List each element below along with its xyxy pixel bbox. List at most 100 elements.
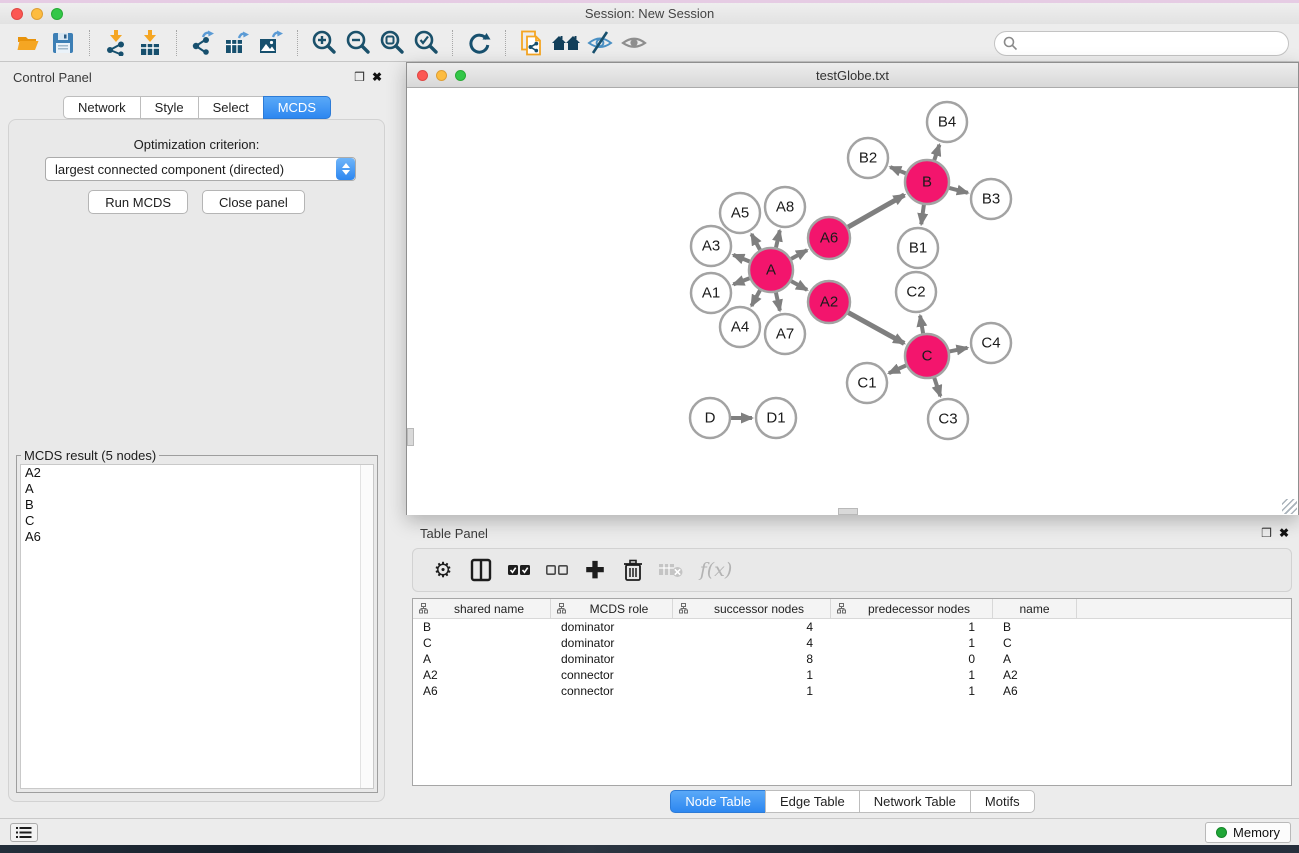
mcds-result-list[interactable]: A2ABCA6	[20, 464, 374, 789]
node-A1[interactable]: A1	[691, 273, 731, 313]
close-panel-icon[interactable]: ✖	[372, 70, 382, 84]
close-window-icon[interactable]	[417, 70, 428, 81]
tab-edge-table[interactable]: Edge Table	[765, 790, 859, 813]
tab-network-table[interactable]: Network Table	[859, 790, 970, 813]
close-window-icon[interactable]	[11, 8, 23, 20]
delete-column-icon[interactable]	[617, 553, 649, 587]
run-mcds-button[interactable]: Run MCDS	[88, 190, 188, 214]
minimize-window-icon[interactable]	[31, 8, 43, 20]
network-window-titlebar[interactable]: testGlobe.txt	[407, 63, 1298, 88]
apply-layout-icon[interactable]	[462, 27, 496, 59]
column-header-shared-name[interactable]: shared name	[413, 599, 551, 618]
edge-A-A1[interactable]	[733, 278, 749, 284]
memory-status-button[interactable]: Memory	[1205, 822, 1291, 843]
node-A[interactable]: A	[749, 248, 793, 292]
table-row[interactable]: A2connector11A2	[413, 667, 1291, 683]
edge-A-A6[interactable]	[791, 250, 807, 259]
node-D[interactable]: D	[690, 398, 730, 438]
node-A4[interactable]: A4	[720, 307, 760, 347]
tab-style[interactable]: Style	[140, 96, 198, 119]
tab-motifs[interactable]: Motifs	[970, 790, 1035, 813]
import-network-icon[interactable]	[99, 27, 133, 59]
edge-A-A7[interactable]	[776, 292, 780, 310]
home-view-icon[interactable]	[549, 27, 583, 59]
network-canvas[interactable]: B4B2BB3A5A8A6B1A3AA1C2A2A4A7CC4C1C3DD1	[407, 89, 1298, 515]
clone-network-icon[interactable]	[515, 27, 549, 59]
float-panel-icon[interactable]: ❒	[1261, 526, 1272, 540]
tab-select[interactable]: Select	[198, 96, 263, 119]
add-column-icon[interactable]: ✚	[579, 553, 611, 587]
scrollbar-track[interactable]	[360, 465, 373, 788]
zoom-window-icon[interactable]	[51, 8, 63, 20]
network-graph[interactable]: B4B2BB3A5A8A6B1A3AA1C2A2A4A7CC4C1C3DD1	[407, 89, 1298, 515]
node-C1[interactable]: C1	[847, 363, 887, 403]
zoom-in-icon[interactable]	[307, 27, 341, 59]
node-A2[interactable]: A2	[808, 281, 850, 323]
edge-A-A4[interactable]	[751, 290, 760, 306]
float-panel-icon[interactable]: ❒	[354, 70, 365, 84]
edge-A-A2[interactable]	[791, 281, 807, 290]
column-header-MCDS-role[interactable]: MCDS role	[551, 599, 673, 618]
node-C3[interactable]: C3	[928, 399, 968, 439]
node-B1[interactable]: B1	[898, 228, 938, 268]
zoom-fit-icon[interactable]	[375, 27, 409, 59]
main-titlebar[interactable]: Session: New Session	[0, 3, 1299, 24]
node-A7[interactable]: A7	[765, 314, 805, 354]
zoom-out-icon[interactable]	[341, 27, 375, 59]
node-B4[interactable]: B4	[927, 102, 967, 142]
edge-A-A3[interactable]	[733, 255, 749, 262]
tool-palette-grip[interactable]	[407, 428, 414, 446]
edge-A2-C[interactable]	[848, 313, 904, 344]
mcds-result-item[interactable]: B	[21, 497, 373, 513]
edge-C-C2[interactable]	[920, 316, 923, 334]
node-A8[interactable]: A8	[765, 187, 805, 227]
tool-palette-grip[interactable]	[838, 508, 858, 515]
export-network-icon[interactable]	[186, 27, 220, 59]
tab-node-table[interactable]: Node Table	[670, 790, 765, 813]
node-A5[interactable]: A5	[720, 193, 760, 233]
close-panel-icon[interactable]: ✖	[1279, 526, 1289, 540]
close-panel-button[interactable]: Close panel	[202, 190, 305, 214]
edge-A-A5[interactable]	[751, 234, 760, 250]
show-column-panel-icon[interactable]	[465, 553, 497, 587]
search-input[interactable]	[1018, 36, 1288, 51]
criterion-select[interactable]: largest connected component (directed)	[45, 157, 356, 181]
edge-C-C4[interactable]	[950, 348, 968, 352]
column-header-name[interactable]: name	[993, 599, 1077, 618]
zoom-selected-icon[interactable]	[409, 27, 443, 59]
node-B2[interactable]: B2	[848, 138, 888, 178]
edge-C-C3[interactable]	[934, 378, 940, 396]
edge-B-B3[interactable]	[949, 188, 968, 193]
import-table-icon[interactable]	[133, 27, 167, 59]
table-row[interactable]: Adominator80A	[413, 651, 1291, 667]
edge-C-C1[interactable]	[889, 365, 906, 373]
node-B[interactable]: B	[905, 160, 949, 204]
show-all-eye-icon[interactable]	[617, 27, 651, 59]
node-A3[interactable]: A3	[691, 226, 731, 266]
node-C4[interactable]: C4	[971, 323, 1011, 363]
tab-network[interactable]: Network	[63, 96, 140, 119]
node-C[interactable]: C	[905, 334, 949, 378]
function-builder-icon[interactable]: f(x)	[693, 553, 739, 587]
delete-table-icon[interactable]	[655, 553, 687, 587]
edge-A-A8[interactable]	[776, 230, 780, 247]
edge-A6-B[interactable]	[848, 195, 904, 227]
mcds-result-item[interactable]: A	[21, 481, 373, 497]
edge-B-B1[interactable]	[921, 205, 924, 224]
edge-B-B4[interactable]	[934, 145, 939, 160]
select-all-rows-icon[interactable]	[503, 553, 535, 587]
window-resize-grip[interactable]	[1282, 499, 1297, 514]
mcds-result-item[interactable]: C	[21, 513, 373, 529]
node-table[interactable]: shared nameMCDS rolesuccessor nodesprede…	[412, 598, 1292, 786]
mcds-result-item[interactable]: A6	[21, 529, 373, 545]
search-field[interactable]	[994, 31, 1289, 56]
mcds-result-item[interactable]: A2	[21, 465, 373, 481]
node-C2[interactable]: C2	[896, 272, 936, 312]
column-header-predecessor-nodes[interactable]: predecessor nodes	[831, 599, 993, 618]
edge-B-B2[interactable]	[890, 167, 905, 173]
hide-selected-eye-icon[interactable]	[583, 27, 617, 59]
table-row[interactable]: A6connector11A6	[413, 683, 1291, 699]
minimize-window-icon[interactable]	[436, 70, 447, 81]
tab-mcds[interactable]: MCDS	[263, 96, 331, 119]
node-B3[interactable]: B3	[971, 179, 1011, 219]
